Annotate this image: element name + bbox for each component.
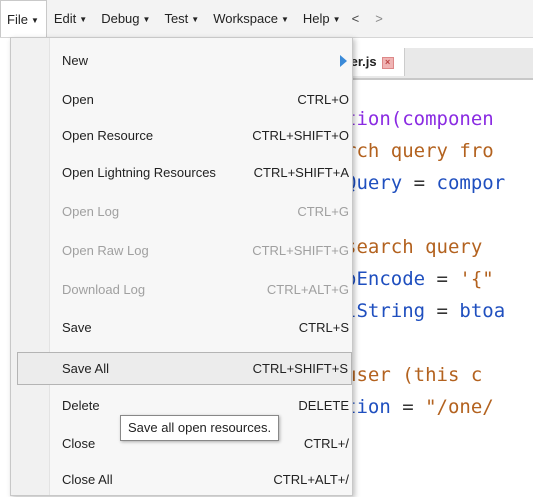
menu-help[interactable]: Help ▼ xyxy=(296,0,348,37)
menu-item-label: Download Log xyxy=(62,282,146,297)
menu-item-label: Save xyxy=(62,320,92,335)
code-token: = xyxy=(425,300,460,322)
menu-item-shortcut: CTRL+SHIFT+G xyxy=(252,243,349,258)
menu-help-label: Help xyxy=(302,11,330,26)
menu-edit-label: Edit xyxy=(53,11,77,26)
menu-item-shortcut: CTRL+SHIFT+A xyxy=(253,165,349,180)
menu-item-label: Close xyxy=(62,436,96,451)
chevron-down-icon: ▼ xyxy=(142,15,151,24)
save-all-tooltip: Save all open resources. xyxy=(120,415,280,441)
chevron-down-icon: ▼ xyxy=(79,15,88,24)
menu-test[interactable]: Test ▼ xyxy=(157,0,206,37)
code-token: = xyxy=(425,268,460,290)
code-line: oEncode = '{" xyxy=(345,268,494,290)
code-line: tion = "/one/ xyxy=(345,396,494,418)
code-line: Query = compor xyxy=(345,172,505,194)
menu-item-open-lightning-resources[interactable]: Open Lightning Resources CTRL+SHIFT+A xyxy=(11,156,352,190)
menu-item-download-log: Download Log CTRL+ALT+G xyxy=(11,273,352,307)
code-token: tion(componen xyxy=(345,108,494,130)
menu-item-open[interactable]: Open CTRL+O xyxy=(11,83,352,117)
menu-item-save-all[interactable]: Save All CTRL+SHIFT+S xyxy=(17,352,352,385)
code-line: search query xyxy=(345,236,482,258)
menu-item-open-resource[interactable]: Open Resource CTRL+SHIFT+O xyxy=(11,119,352,153)
menu-item-shortcut: CTRL+G xyxy=(297,204,349,219)
close-icon[interactable]: × xyxy=(381,56,394,69)
code-token: lString xyxy=(345,300,426,322)
submenu-arrow-icon xyxy=(340,55,347,67)
menu-file[interactable]: File ▼ xyxy=(0,0,47,37)
code-token: Query xyxy=(345,172,403,194)
code-token: user (this c xyxy=(345,364,483,386)
menu-item-label: New xyxy=(62,53,89,68)
menu-item-label: Open Raw Log xyxy=(62,243,149,258)
menu-item-shortcut: CTRL+O xyxy=(297,92,349,107)
code-token: compor xyxy=(436,172,506,194)
menu-workspace-label: Workspace xyxy=(213,11,278,26)
menu-item-shortcut: CTRL+ALT+/ xyxy=(273,472,349,487)
chevron-down-icon: ▼ xyxy=(281,15,289,24)
code-token: '{" xyxy=(459,268,494,290)
code-line: lString = btoa xyxy=(345,300,505,322)
menu-edit[interactable]: Edit ▼ xyxy=(47,0,94,37)
menu-workspace[interactable]: Workspace ▼ xyxy=(206,0,296,37)
menu-debug-label: Debug xyxy=(101,11,140,26)
menu-bar: File ▼ Edit ▼ Debug ▼ Test ▼ Workspace ▼ Help… xyxy=(0,0,533,38)
menu-item-label: Save All xyxy=(62,361,109,376)
nav-forward-button[interactable]: > xyxy=(367,11,391,26)
menu-item-label: Open Resource xyxy=(62,128,154,143)
menu-item-save[interactable]: Save CTRL+S xyxy=(11,311,352,345)
code-token: search query xyxy=(345,236,483,258)
menu-item-label: Open Log xyxy=(62,204,120,219)
code-token: = xyxy=(390,396,426,418)
nav-back-button[interactable]: < xyxy=(348,11,368,26)
menu-item-shortcut: CTRL+ALT+G xyxy=(266,282,349,297)
menu-item-shortcut: CTRL+SHIFT+S xyxy=(252,361,348,376)
code-line: user (this c xyxy=(345,364,482,386)
menu-item-shortcut: CTRL+/ xyxy=(303,436,349,451)
menu-item-new[interactable]: New xyxy=(11,44,352,78)
code-token: btoa xyxy=(459,300,506,322)
code-line: rch query fro xyxy=(345,140,494,162)
code-token: rch query fro xyxy=(345,140,494,162)
code-token: = xyxy=(402,172,437,194)
menu-item-label: Open Lightning Resources xyxy=(62,165,216,180)
menu-item-shortcut: DELETE xyxy=(298,398,349,413)
menu-item-label: Close All xyxy=(62,472,113,487)
menu-item-label: Open xyxy=(62,92,94,107)
menu-item-label: Delete xyxy=(62,398,100,413)
menu-item-shortcut: CTRL+S xyxy=(298,320,349,335)
menu-debug[interactable]: Debug ▼ xyxy=(94,0,157,37)
chevron-down-icon: ▼ xyxy=(191,15,200,24)
chevron-down-icon: ▼ xyxy=(30,16,39,25)
code-token: "/one/ xyxy=(425,396,494,418)
menu-item-open-log: Open Log CTRL+G xyxy=(11,195,352,229)
menu-item-open-raw-log: Open Raw Log CTRL+SHIFT+G xyxy=(11,234,352,268)
menu-test-label: Test xyxy=(164,11,189,26)
code-line: tion(componen xyxy=(345,108,494,130)
menu-item-close-all[interactable]: Close All CTRL+ALT+/ xyxy=(11,463,352,497)
menu-item-shortcut: CTRL+SHIFT+O xyxy=(252,128,349,143)
menu-file-label: File xyxy=(7,12,28,27)
code-token: oEncode xyxy=(345,268,426,290)
chevron-down-icon: ▼ xyxy=(332,15,341,24)
